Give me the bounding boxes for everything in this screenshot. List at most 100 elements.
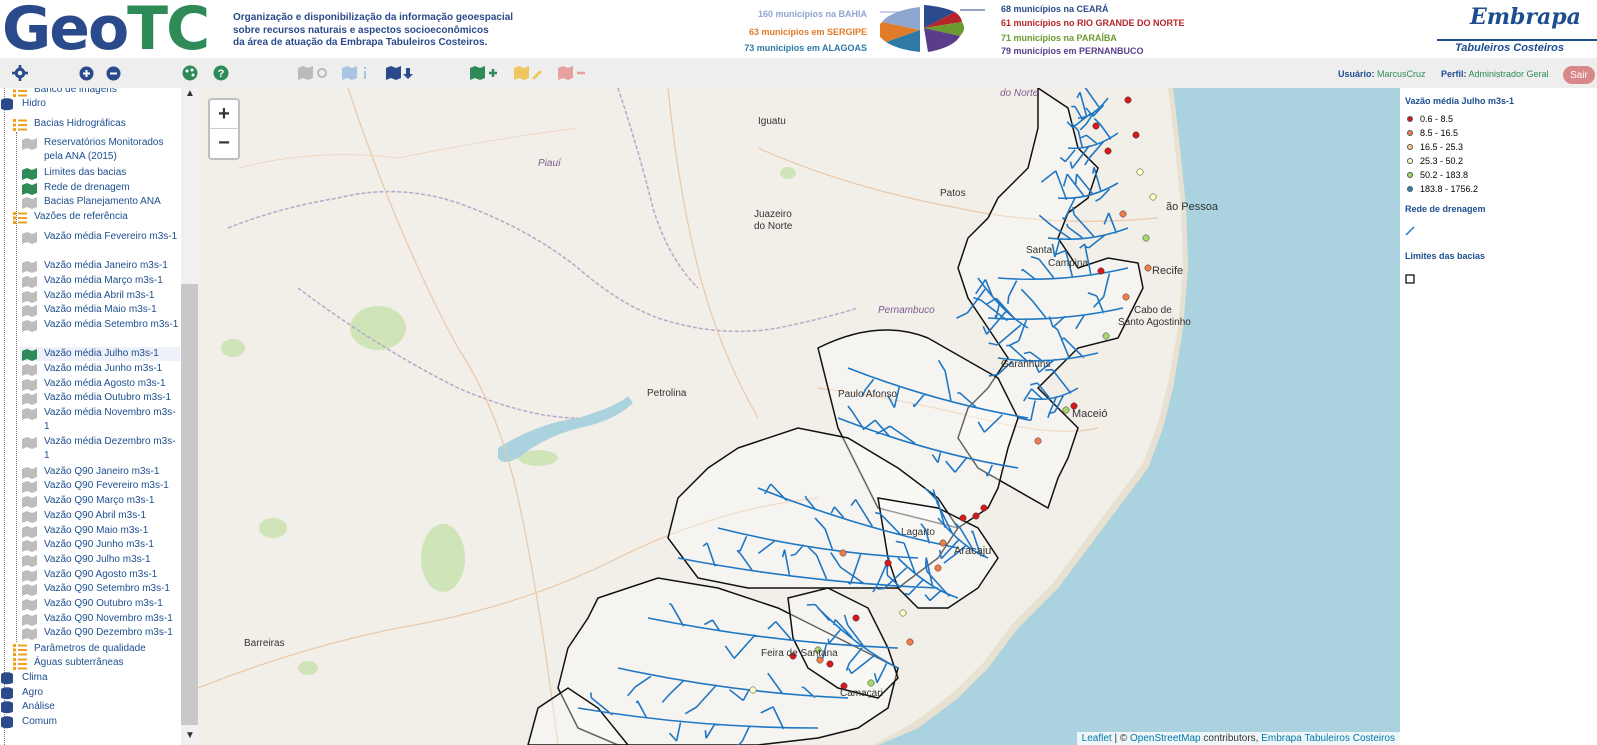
layer-v-jan[interactable]: Vazão média Janeiro m3s-1 xyxy=(44,259,168,273)
legend-polygon-icon xyxy=(1405,274,1415,284)
list-icon[interactable] xyxy=(13,211,27,229)
database-icon[interactable] xyxy=(0,98,14,117)
legend-dot-icon xyxy=(1407,116,1413,122)
layer-q-fev[interactable]: Vazão Q90 Fevereiro m3s-1 xyxy=(44,479,169,493)
layer-q-out[interactable]: Vazão Q90 Outubro m3s-1 xyxy=(44,597,163,611)
layer-vazoes[interactable]: Vazões de referência xyxy=(34,210,128,224)
list-icon[interactable] xyxy=(13,88,27,102)
list-icon[interactable] xyxy=(13,118,27,136)
legend-title-vazao: Vazão média Julho m3s-1 xyxy=(1405,96,1515,106)
layer-q-set[interactable]: Vazão Q90 Setembro m3s-1 xyxy=(44,582,170,596)
layer-limites[interactable]: Limites das bacias xyxy=(44,166,126,180)
legend-title-rede: Rede de drenagem xyxy=(1405,204,1486,214)
label-do-norte: do Norte xyxy=(754,221,793,232)
layer-planejamento[interactable]: Bacias Planejamento ANA xyxy=(44,195,161,209)
legend-class-label: 0.6 - 8.5 xyxy=(1420,114,1454,124)
label-campina: Campina xyxy=(1048,258,1089,269)
embrapa-logo: Embrapa xyxy=(1470,4,1581,30)
scroll-thumb[interactable] xyxy=(181,284,198,725)
palette-icon[interactable] xyxy=(182,65,198,81)
label-lagarto: Lagarto xyxy=(901,527,935,538)
header: GeoTC Organização e disponibilização da … xyxy=(0,0,1597,64)
layer-q-abr[interactable]: Vazão Q90 Abril m3s-1 xyxy=(44,509,146,523)
layer-q-ago[interactable]: Vazão Q90 Agosto m3s-1 xyxy=(44,568,157,582)
legend-class-item: 0.6 - 8.5 xyxy=(1407,114,1453,124)
scroll-down-arrow[interactable]: ▼ xyxy=(185,730,195,741)
outlet-point xyxy=(1142,234,1150,242)
map-edit-icon[interactable] xyxy=(514,65,544,81)
layer-v-abr[interactable]: Vazão média Abril m3s-1 xyxy=(44,289,154,303)
map-info-icon[interactable] xyxy=(342,65,372,81)
zoom-in-icon[interactable] xyxy=(78,65,94,81)
database-icon[interactable] xyxy=(0,716,14,735)
layer-v-ago[interactable]: Vazão média Agosto m3s-1 xyxy=(44,377,166,391)
layer-q-nov[interactable]: Vazão Q90 Novembro m3s-1 xyxy=(44,612,173,626)
layer-agro[interactable]: Agro xyxy=(22,686,43,700)
layer-v-nov[interactable]: Vazão média Novembro m3s-1 xyxy=(44,406,179,434)
embrapa-link[interactable]: Embrapa Tabuleiros Costeiros xyxy=(1261,733,1395,744)
map-download-icon[interactable] xyxy=(386,65,416,81)
list-icon[interactable] xyxy=(13,657,27,675)
osm-link[interactable]: OpenStreetMap xyxy=(1130,733,1201,744)
layer-q-jan[interactable]: Vazão Q90 Janeiro m3s-1 xyxy=(44,465,159,479)
map-layer-icon[interactable] xyxy=(22,319,38,337)
map-zoom-in-button[interactable]: + xyxy=(210,100,238,129)
legend-dot-icon xyxy=(1407,186,1413,192)
map-layer-icon[interactable] xyxy=(22,436,38,454)
toolbar: ? Usuário: MarcusCruz Perfil: Administra… xyxy=(0,58,1597,88)
layer-bacias[interactable]: Bacias Hidrográficas xyxy=(34,117,126,131)
layer-reservatorios[interactable]: Reservatórios Monitorados pela ANA (2015… xyxy=(44,136,179,164)
label-paulo-afonso: Paulo Afonso xyxy=(838,389,897,400)
layer-banco[interactable]: Banco de imagens xyxy=(34,88,117,97)
zoom-out-icon[interactable] xyxy=(105,65,121,81)
outlet-point xyxy=(867,679,875,687)
legend-class-label: 50.2 - 183.8 xyxy=(1420,170,1469,180)
map-layer-icon[interactable] xyxy=(22,137,38,155)
outlet-point xyxy=(1092,122,1100,130)
layer-q-jul[interactable]: Vazão Q90 Julho m3s-1 xyxy=(44,553,151,567)
map-settings-icon[interactable] xyxy=(298,65,328,81)
gear-icon[interactable] xyxy=(12,65,28,81)
geotc-logo[interactable]: GeoTC xyxy=(2,0,210,64)
outlet-point xyxy=(1119,210,1127,218)
layer-parametros[interactable]: Parâmetros de qualidade xyxy=(34,642,146,656)
label-iguatu: Iguatu xyxy=(758,116,786,127)
legend-class-label: 25.3 - 50.2 xyxy=(1420,156,1464,166)
layer-v-out[interactable]: Vazão média Outubro m3s-1 xyxy=(44,391,171,405)
layer-q-jun[interactable]: Vazão Q90 Junho m3s-1 xyxy=(44,538,154,552)
map-canvas xyxy=(198,88,1400,745)
map-layer-icon[interactable] xyxy=(22,231,38,249)
layer-comum[interactable]: Comum xyxy=(22,715,57,729)
label-patos: Patos xyxy=(940,188,966,199)
municipios-bahia: 160 municípios na BAHIA xyxy=(757,9,867,19)
label-piaui: Piauí xyxy=(538,158,561,169)
map-view[interactable]: Piauí Iguatu Patos Juazeiro do Norte ão … xyxy=(198,88,1400,745)
outlet-point xyxy=(1097,267,1105,275)
legend-class-item: 25.3 - 50.2 xyxy=(1407,156,1463,166)
layer-v-fev[interactable]: Vazão média Fevereiro m3s-1 xyxy=(44,230,179,244)
map-zoom-out-button[interactable]: − xyxy=(210,129,238,158)
layer-v-jul[interactable]: Vazão média Julho m3s-1 xyxy=(20,347,180,361)
logo-tc: TC xyxy=(127,0,210,64)
layer-v-mar[interactable]: Vazão média Março m3s-1 xyxy=(44,274,163,288)
leaflet-link[interactable]: Leaflet xyxy=(1082,733,1112,744)
user-info: Usuário: MarcusCruz xyxy=(1338,69,1426,79)
layer-analise[interactable]: Análise xyxy=(22,700,55,714)
sidebar-scrollbar[interactable]: ▲ ▼ xyxy=(181,88,198,745)
map-remove-icon[interactable] xyxy=(558,65,588,81)
help-icon[interactable]: ? xyxy=(213,65,229,81)
map-layer-icon[interactable] xyxy=(22,407,38,425)
layer-v-mai[interactable]: Vazão média Maio m3s-1 xyxy=(44,303,157,317)
map-add-icon[interactable] xyxy=(470,65,500,81)
legend-class-item: 50.2 - 183.8 xyxy=(1407,170,1468,180)
layer-aguas[interactable]: Águas subterrâneas xyxy=(34,656,124,670)
layer-q-mar[interactable]: Vazão Q90 Março m3s-1 xyxy=(44,494,154,508)
layer-v-jun[interactable]: Vazão média Junho m3s-1 xyxy=(44,362,162,376)
scroll-up-arrow[interactable]: ▲ xyxy=(185,88,195,99)
logout-button[interactable]: Sair xyxy=(1563,66,1595,84)
layer-q-dez[interactable]: Vazão Q90 Dezembro m3s-1 xyxy=(44,626,173,640)
layer-rede[interactable]: Rede de drenagem xyxy=(44,181,130,195)
layer-v-dez[interactable]: Vazão média Dezembro m3s-1 xyxy=(44,435,179,463)
layer-v-set[interactable]: Vazão média Setembro m3s-1 xyxy=(44,318,179,332)
layer-q-mai[interactable]: Vazão Q90 Maio m3s-1 xyxy=(44,524,148,538)
